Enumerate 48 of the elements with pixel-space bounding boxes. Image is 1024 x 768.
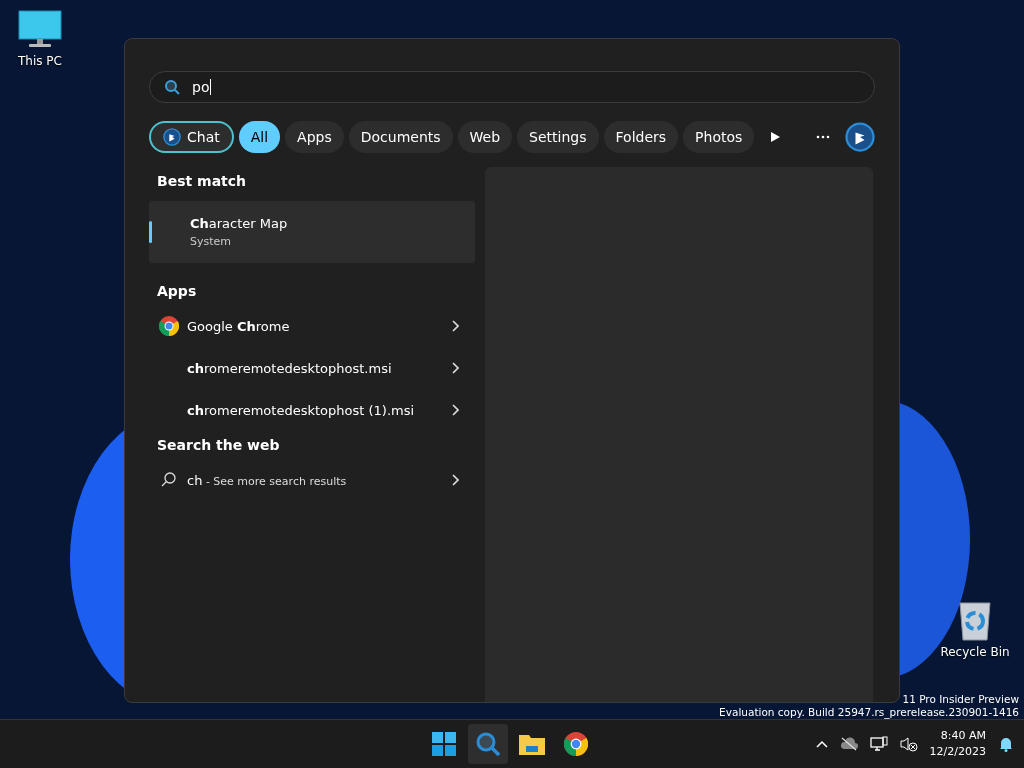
chevron-up-icon[interactable] [815,740,828,748]
filter-tab[interactable]: Apps [285,121,344,153]
search-field[interactable]: po [149,71,875,103]
more-icon [816,135,831,139]
clock[interactable]: 8:40 AM 12/2/2023 [929,728,986,760]
bell-icon[interactable] [998,736,1014,752]
watermark-text: Evaluation copy. Build 25947.rs_prerelease.230901-1416 [719,706,1019,719]
filter-tab[interactable]: Documents [348,121,453,153]
recycle-bin-icon [957,599,993,641]
result-subtitle: System [190,235,233,248]
search-text: po [192,79,212,95]
filter-tab[interactable]: Chat [149,121,234,153]
desktop-icon-label[interactable]: Recycle Bin [940,645,1010,659]
filter-tab[interactable]: All [238,121,281,153]
result-title: Character Map [190,216,289,231]
network-icon[interactable] [869,736,888,752]
chevron-right-icon [451,474,459,486]
section-heading: Apps [156,282,198,301]
web-search-result[interactable]: ch - See more search results [187,472,443,488]
search-icon [475,731,501,757]
play-icon [769,131,781,143]
best-match-item[interactable]: Character Map System [149,201,475,263]
watermark-text: 11 Pro Insider Preview [902,693,1019,706]
filter-tab[interactable]: Web [457,121,513,153]
bing-button[interactable] [845,121,875,153]
filter-tab[interactable]: Settings [517,121,599,153]
monitor-icon [18,10,62,50]
app-result[interactable]: Google Chrome [187,318,443,334]
search-icon [159,472,179,488]
chrome-icon [564,732,588,756]
bing-chat-icon [163,128,181,146]
speaker-muted-icon[interactable] [899,736,918,752]
windows-logo-icon [432,732,456,756]
search-icon [164,79,180,95]
desktop-icon-label[interactable]: This PC [18,54,62,68]
filter-tab[interactable]: Folders [603,121,679,153]
chevron-right-icon [451,320,459,332]
app-result[interactable]: chromeremotedesktophost.msi [187,360,443,376]
section-heading: Search the web [156,436,281,455]
cloud-off-icon[interactable] [839,737,858,751]
section-heading: Best match [156,172,248,191]
chevron-right-icon [451,362,459,374]
folder-icon [518,732,546,756]
bing-chat-icon [845,122,875,152]
app-result[interactable]: chromeremotedesktophost (1).msi [187,402,443,418]
chrome-icon [159,316,179,336]
filter-tab[interactable]: Photos [683,121,755,153]
chevron-right-icon [451,404,459,416]
